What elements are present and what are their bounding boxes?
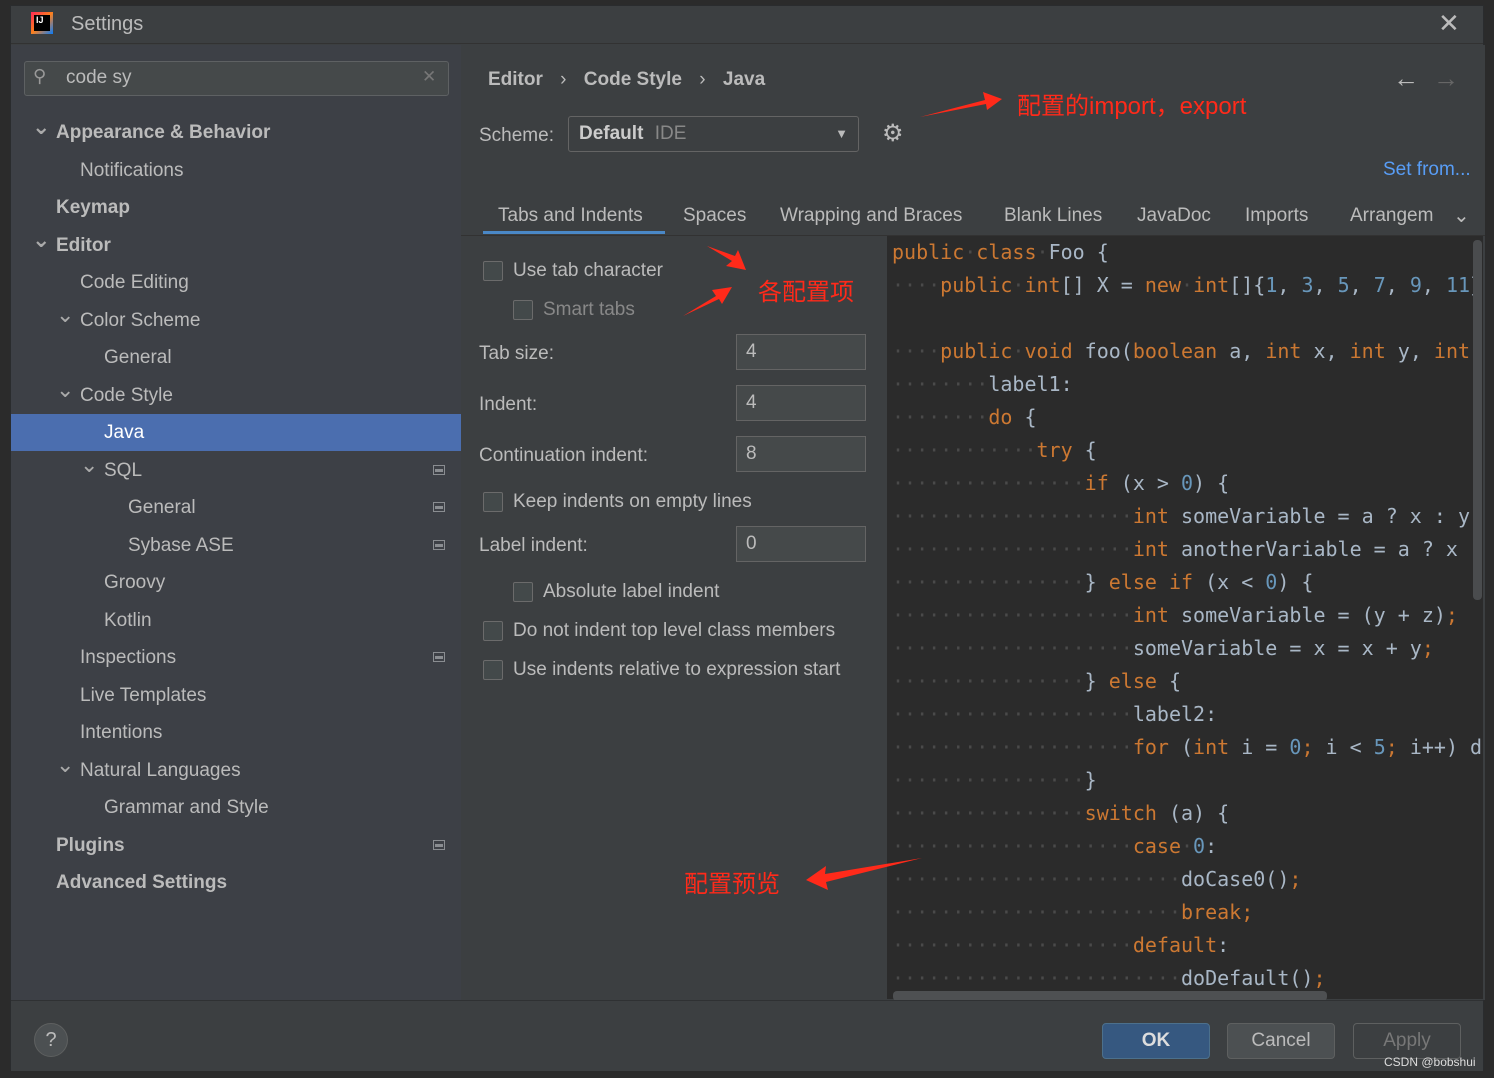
annotation-preview: 配置预览: [684, 871, 780, 898]
arrow-icon: [806, 858, 922, 890]
annotation-options: 各配置项: [758, 279, 854, 306]
annotation-import-export: 配置的import，export: [1017, 93, 1247, 120]
arrow-icon: [920, 92, 1002, 117]
arrow-icon: [683, 287, 732, 316]
annotation-arrows: [683, 92, 1002, 890]
arrow-icon: [707, 246, 746, 270]
